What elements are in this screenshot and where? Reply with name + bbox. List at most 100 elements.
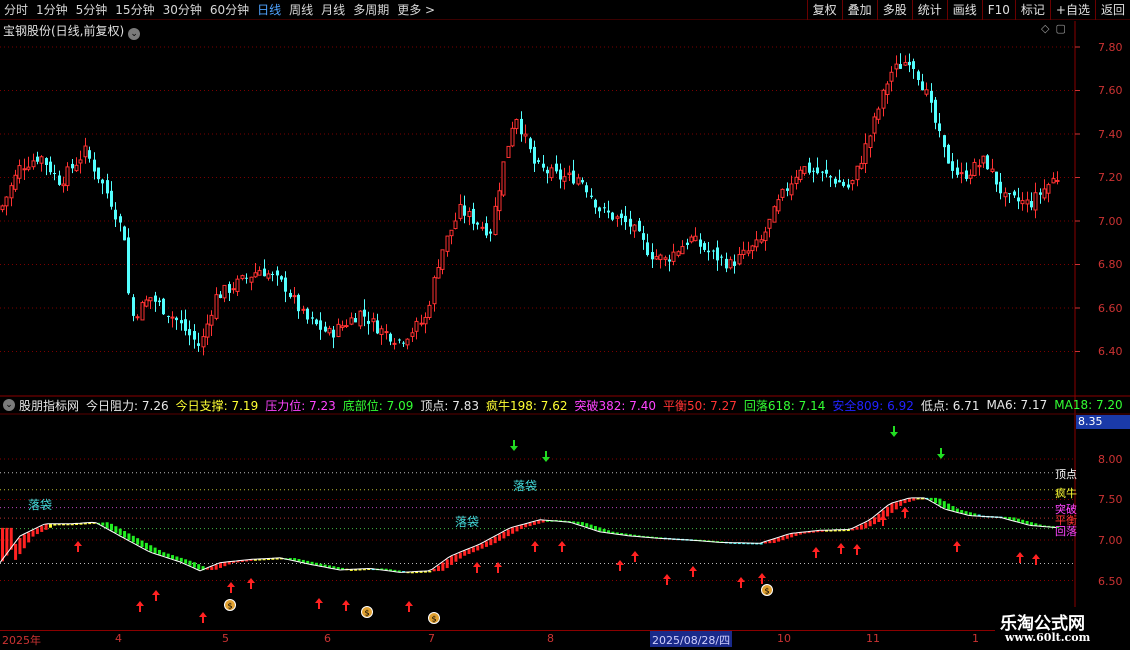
ribbon-bar [511, 527, 515, 534]
sell-arrow-icon [542, 451, 550, 462]
ribbon-bar [964, 511, 968, 515]
ribbon-bar [214, 564, 218, 570]
candle-body [977, 165, 982, 168]
candle-body [65, 166, 70, 187]
buy-arrow-icon [558, 541, 566, 552]
candle-body [493, 205, 498, 236]
main-chart-icons: ◇ ▢ [1041, 22, 1072, 35]
indicator-item: 今日支撑: 7.19 [175, 398, 259, 413]
candle-body [956, 167, 959, 175]
indicator-name[interactable]: 股朋指标网 [19, 397, 79, 414]
candle-body [97, 167, 100, 180]
ribbon-bar [781, 536, 785, 541]
candle-body [306, 308, 309, 320]
candle-body [344, 325, 349, 328]
current-value-box: 8.35 [1076, 415, 1130, 429]
ribbon-bar [768, 540, 772, 544]
chart-canvas[interactable]: $ $ $ $ [0, 0, 1130, 650]
candle-body [4, 196, 9, 207]
candle-body [523, 133, 528, 137]
chevron-down-icon[interactable]: ⌄ [3, 399, 15, 411]
indicator-grid [0, 458, 1075, 581]
candle-body [257, 270, 262, 276]
ribbon-bar [101, 522, 105, 526]
candle-body [148, 297, 153, 302]
ribbon-bar [458, 552, 462, 559]
candle-body [510, 127, 515, 147]
candle-body [776, 199, 781, 212]
indicator-item: MA6: 7.17 [986, 398, 1048, 412]
ribbon-bar [166, 553, 170, 558]
indicator-ribbon [0, 497, 1060, 574]
y-tick-label: 6.50 [1098, 575, 1123, 588]
candle-body [467, 211, 472, 217]
ribbon-bar [519, 525, 523, 530]
candle-body [88, 150, 91, 159]
ribbon-bar [450, 556, 454, 565]
candle-body [611, 212, 614, 220]
ribbon-bar [463, 550, 467, 556]
take-profit-label: 落袋 [513, 479, 538, 493]
ribbon-bar [955, 508, 959, 513]
sell-arrow-icon [937, 448, 945, 459]
indicator-item: 平衡50: 7.27 [662, 398, 737, 413]
buy-arrow-icon [227, 582, 235, 593]
diamond-icon[interactable]: ◇ [1041, 22, 1049, 35]
ribbon-bar [537, 520, 541, 524]
buy-arrow-icon [315, 598, 323, 609]
ribbon-bar [855, 526, 859, 530]
ribbon-bar [506, 529, 510, 537]
date-tick: 7 [428, 632, 435, 645]
candle-body [101, 179, 104, 184]
candle-body [17, 165, 22, 179]
candle-body [432, 277, 437, 305]
candle-body [280, 276, 283, 280]
candle-body [572, 170, 575, 184]
candle-body [201, 336, 206, 348]
y-tick-label: 6.40 [1098, 345, 1123, 358]
candle-body [663, 257, 668, 260]
candle-body [537, 160, 540, 162]
candle-body [603, 207, 606, 209]
ribbon-bar [127, 533, 131, 540]
ribbon-bar [598, 527, 602, 532]
candle-body [205, 323, 210, 338]
candle-body [276, 270, 279, 276]
candle-body [1046, 184, 1051, 194]
ribbon-bar [593, 526, 597, 530]
candle-body [789, 183, 794, 196]
candle-body [22, 168, 27, 171]
ribbon-bar [864, 522, 868, 529]
candle-body [1003, 192, 1008, 198]
candle-body [180, 320, 183, 324]
chevron-down-icon[interactable]: ⌄ [128, 28, 141, 40]
candle-body [934, 99, 937, 123]
ribbon-bar [589, 524, 593, 529]
ribbon-bar [938, 498, 942, 506]
candle-body [1051, 178, 1056, 184]
candle-body [654, 256, 659, 260]
y-tick-label: 6.80 [1098, 258, 1123, 271]
buy-arrow-icon [1032, 554, 1040, 565]
buy-arrow-icon [199, 612, 207, 623]
ribbon-bar [219, 563, 222, 568]
candle-body [384, 331, 389, 334]
candle-body [119, 216, 122, 223]
window-icon[interactable]: ▢ [1055, 22, 1065, 35]
ribbon-bar [907, 498, 911, 502]
candle-body [1025, 199, 1030, 205]
ribbon-bar [22, 534, 26, 549]
candle-body [842, 181, 845, 186]
sell-arrow-icon [890, 426, 898, 437]
ribbon-bar [524, 524, 528, 528]
candle-body [222, 284, 227, 299]
main-chart-title[interactable]: 宝钢股份(日线,前复权) ⌄ [3, 22, 141, 40]
candle-body [327, 327, 332, 334]
money-bag-icon: $ [431, 615, 436, 624]
ribbon-bar [502, 531, 506, 539]
candle-body [235, 278, 240, 292]
ribbon-bar [859, 524, 863, 530]
ribbon-bar [105, 522, 109, 529]
candle-body [598, 207, 601, 212]
candle-body [542, 163, 545, 168]
